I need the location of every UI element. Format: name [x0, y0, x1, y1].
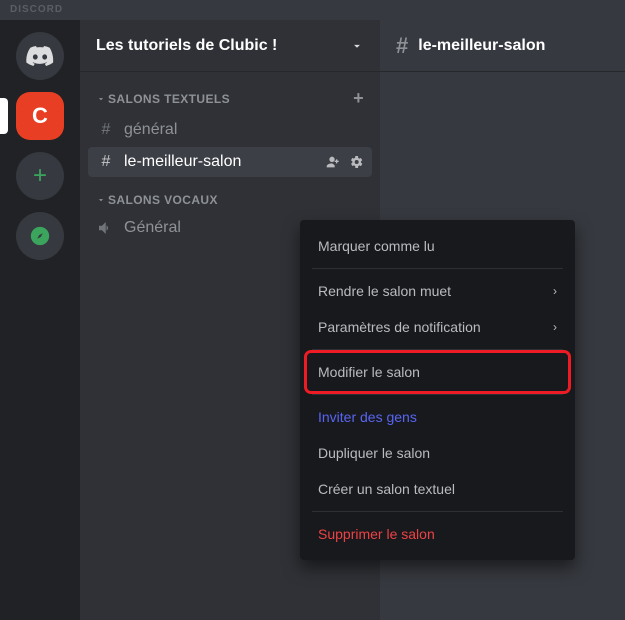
ctx-delete[interactable]: Supprimer le salon — [308, 516, 567, 552]
chat-header: # le-meilleur-salon — [380, 20, 625, 72]
plus-icon: + — [33, 162, 47, 190]
chevron-right-icon: › — [553, 320, 557, 334]
ctx-notif-label: Paramètres de notification — [318, 319, 481, 335]
ctx-create-label: Créer un salon textuel — [318, 481, 455, 497]
chevron-down-icon — [350, 39, 364, 53]
discord-logo-icon — [26, 46, 54, 66]
channel-general[interactable]: # général — [88, 115, 372, 145]
channel-best[interactable]: # le-meilleur-salon — [88, 147, 372, 177]
add-channel-button[interactable]: + — [353, 88, 364, 109]
compass-icon — [29, 225, 51, 247]
server-clubic[interactable]: C — [16, 92, 64, 140]
chevron-right-icon: › — [553, 284, 557, 298]
discord-home-button[interactable] — [16, 32, 64, 80]
category-voice[interactable]: SALONS VOCAUX — [88, 189, 372, 211]
server-rail: C + — [0, 20, 80, 620]
ctx-clone-label: Dupliquer le salon — [318, 445, 430, 461]
ctx-delete-label: Supprimer le salon — [318, 526, 435, 542]
chat-header-channel: le-meilleur-salon — [418, 37, 545, 55]
ctx-create-text[interactable]: Créer un salon textuel — [308, 471, 567, 507]
ctx-notification-settings[interactable]: Paramètres de notification › — [308, 309, 567, 345]
ctx-mute[interactable]: Rendre le salon muet › — [308, 273, 567, 309]
ctx-mark-read-label: Marquer comme lu — [318, 238, 435, 254]
ctx-edit-label: Modifier le salon — [318, 364, 420, 380]
ctx-invite-label: Inviter des gens — [318, 409, 417, 425]
server-header[interactable]: Les tutoriels de Clubic ! — [80, 20, 380, 72]
ctx-mark-read[interactable]: Marquer comme lu — [308, 228, 567, 264]
create-invite-icon[interactable] — [324, 154, 340, 170]
app-brand-label: DISCORD — [10, 4, 63, 15]
gear-icon[interactable] — [348, 154, 364, 170]
ctx-clone[interactable]: Dupliquer le salon — [308, 435, 567, 471]
category-voice-label: SALONS VOCAUX — [108, 193, 218, 207]
channel-general-label: général — [124, 121, 364, 139]
divider — [312, 394, 563, 395]
hash-icon: # — [96, 153, 116, 171]
hash-icon: # — [396, 33, 408, 59]
divider — [312, 511, 563, 512]
ctx-mute-label: Rendre le salon muet — [318, 283, 451, 299]
hash-icon: # — [96, 121, 116, 139]
speaker-icon — [96, 219, 116, 237]
ctx-invite[interactable]: Inviter des gens — [308, 399, 567, 435]
ctx-edit-channel[interactable]: Modifier le salon — [308, 354, 567, 390]
channel-context-menu: Marquer comme lu Rendre le salon muet › … — [300, 220, 575, 560]
channel-best-label: le-meilleur-salon — [124, 153, 316, 171]
category-text-label: SALONS TEXTUELS — [108, 92, 230, 106]
add-server-button[interactable]: + — [16, 152, 64, 200]
chevron-down-icon — [96, 94, 106, 104]
divider — [312, 349, 563, 350]
category-text[interactable]: SALONS TEXTUELS + — [88, 84, 372, 113]
explore-servers-button[interactable] — [16, 212, 64, 260]
chevron-down-icon — [96, 195, 106, 205]
server-clubic-letter: C — [32, 103, 48, 129]
divider — [312, 268, 563, 269]
server-title: Les tutoriels de Clubic ! — [96, 37, 277, 55]
